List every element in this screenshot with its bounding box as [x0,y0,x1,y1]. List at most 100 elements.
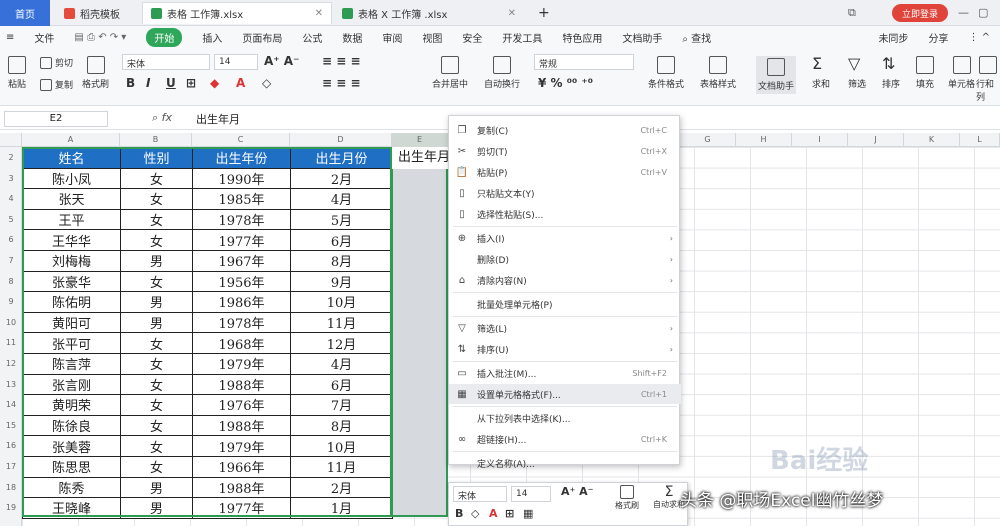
mini-fill-icon[interactable]: ◇ [471,507,479,520]
context-menu-item[interactable]: ▽ 筛选(L) › [449,318,681,338]
table-cell[interactable]: 8月 [290,249,393,272]
table-cell[interactable]: 女 [120,435,193,457]
context-menu-item[interactable]: 删除(D) › [449,249,681,269]
row-header[interactable]: 4 [0,194,22,203]
table-cell[interactable]: 男 [120,311,193,334]
table-cell[interactable]: 5月 [290,208,393,231]
table-cell[interactable]: 1985年 [192,188,291,210]
table-cell[interactable]: 张天 [22,188,121,210]
number-format-select[interactable]: 常规 [534,54,634,70]
filter-button[interactable]: ▽ 筛选 [848,56,866,91]
row-header[interactable]: 5 [0,215,22,224]
table-cell[interactable]: 陈言萍 [22,352,121,375]
table-cell[interactable]: 1988年 [192,476,291,499]
login-button[interactable]: 立即登录 [892,4,948,22]
table-cell[interactable]: 1977年 [192,229,291,251]
copy-button[interactable]: 复制 [40,78,73,91]
merge-center-button[interactable]: 合并居中 [432,56,468,90]
new-tab-button[interactable]: + [530,2,554,24]
col-header-h[interactable]: H [736,133,792,147]
cut-button[interactable]: 剪切 [40,56,73,69]
col-header-i[interactable]: I [792,133,848,147]
table-cell[interactable]: 张美蓉 [22,435,121,457]
table-cell[interactable]: 陈佑明 [22,291,121,313]
table-cell[interactable]: 女 [120,167,193,190]
italic-icon[interactable]: I [146,76,150,90]
context-menu-item[interactable]: ▦ 设置单元格格式(F)... Ctrl+1 [449,384,681,404]
font-grow-icon[interactable]: A⁺ A⁻ [264,54,299,68]
clear-format-icon[interactable]: ◇ [262,76,271,90]
mini-bold-icon[interactable]: B [455,507,463,520]
table-cell[interactable]: 11月 [290,311,393,334]
mini-font-color-icon[interactable]: A [489,507,498,520]
row-header[interactable]: 10 [0,318,22,327]
mini-border-icon[interactable]: ⊞ [505,507,514,520]
context-menu-item[interactable]: 📋 粘贴(P) Ctrl+V [449,162,681,182]
formula-input[interactable]: 出生年月 [196,111,240,127]
context-menu-item[interactable]: ∞ 超链接(H)... Ctrl+K [449,429,681,449]
tab-workbook-1[interactable]: 表格 工作簿.xlsx ✕ [142,2,332,24]
table-cell[interactable]: 9月 [290,270,393,293]
table-cell[interactable]: 1966年 [192,455,291,478]
col-header-e[interactable]: E [392,133,448,147]
table-cell[interactable]: 女 [120,270,193,293]
col-header-d[interactable]: D [290,133,392,147]
context-menu-item[interactable]: ▭ 插入批注(M)... Shift+F2 [449,363,681,383]
menu-file[interactable]: 文件 [34,30,54,45]
font-size-select[interactable]: 14 [214,54,258,70]
table-cell[interactable]: 1月 [290,497,393,519]
more-icon[interactable]: ⋮ ^ [968,32,990,43]
wrap-text-button[interactable]: 自动换行 [484,56,520,90]
context-menu-item[interactable]: 从下拉列表中选择(K)... [449,408,681,428]
menu-hamburger-icon[interactable]: ≡ [6,32,14,43]
table-cell[interactable]: 女 [120,455,193,478]
mini-grow-icon[interactable]: A⁺ A⁻ [561,485,593,498]
menu-doc-assistant[interactable]: 文档助手 [622,30,662,45]
col-header-j[interactable]: J [848,133,904,147]
context-menu-item[interactable]: 定义名称(A)... [449,453,681,473]
minimize-icon[interactable]: — [958,6,969,19]
table-cell[interactable]: 陈思思 [22,455,121,478]
row-header[interactable]: 18 [0,483,22,492]
table-cell[interactable]: 8月 [290,414,393,437]
context-menu-item[interactable]: ⊕ 插入(I) › [449,228,681,248]
context-menu-item[interactable]: ▯ 选择性粘贴(S)... [449,204,681,224]
menu-home[interactable]: 开始 [146,27,183,47]
bold-icon[interactable]: B [126,76,135,90]
table-cell[interactable]: 1968年 [192,332,291,354]
table-cell[interactable]: 7月 [290,394,393,416]
col-header-l[interactable]: L [960,133,1000,147]
menu-special[interactable]: 特色应用 [562,30,602,45]
header-birth-month[interactable]: 出生月份 [290,147,393,169]
table-cell[interactable]: 陈小凤 [22,167,121,190]
context-menu-item[interactable]: ▯ 只粘贴文本(Y) [449,183,681,203]
table-cell[interactable]: 1956年 [192,270,291,293]
mini-merge-icon[interactable]: ▦ [523,507,533,520]
mini-format-button[interactable]: 格式刷 [615,485,639,511]
sort-button[interactable]: ⇅ 排序 [882,56,900,91]
format-painter-button[interactable]: 格式刷 [82,56,109,90]
fill-color-icon[interactable]: ◆ [210,76,219,90]
menu-page-layout[interactable]: 页面布局 [242,30,282,45]
table-cell[interactable]: 张言刚 [22,373,121,396]
rowcol-button[interactable]: 行和列 [976,56,1000,103]
table-cell[interactable]: 黄阳可 [22,311,121,334]
restore-icon[interactable]: ▢ [978,6,988,19]
col-header-c[interactable]: C [192,133,290,147]
table-cell[interactable]: 张平可 [22,332,121,354]
table-cell[interactable]: 王华华 [22,229,121,251]
table-cell[interactable]: 1977年 [192,497,291,519]
mini-font-select[interactable]: 宋体 [453,486,507,502]
row-header[interactable]: 2 [0,153,22,162]
row-header[interactable]: 12 [0,359,22,368]
table-cell[interactable]: 1979年 [192,352,291,375]
tab-docer[interactable]: 稻壳模板 [56,2,140,24]
row-header[interactable]: 15 [0,421,22,430]
table-cell[interactable]: 1976年 [192,394,291,416]
percent-icon[interactable]: ¥ % ⁰⁰ ⁺⁰ [538,76,593,90]
font-color-icon[interactable]: A [236,76,245,90]
col-header-g[interactable]: G [680,133,736,147]
menu-view[interactable]: 视图 [422,30,442,45]
conditional-format-button[interactable]: 条件格式 [648,56,684,90]
col-header-a[interactable]: A [22,133,120,147]
